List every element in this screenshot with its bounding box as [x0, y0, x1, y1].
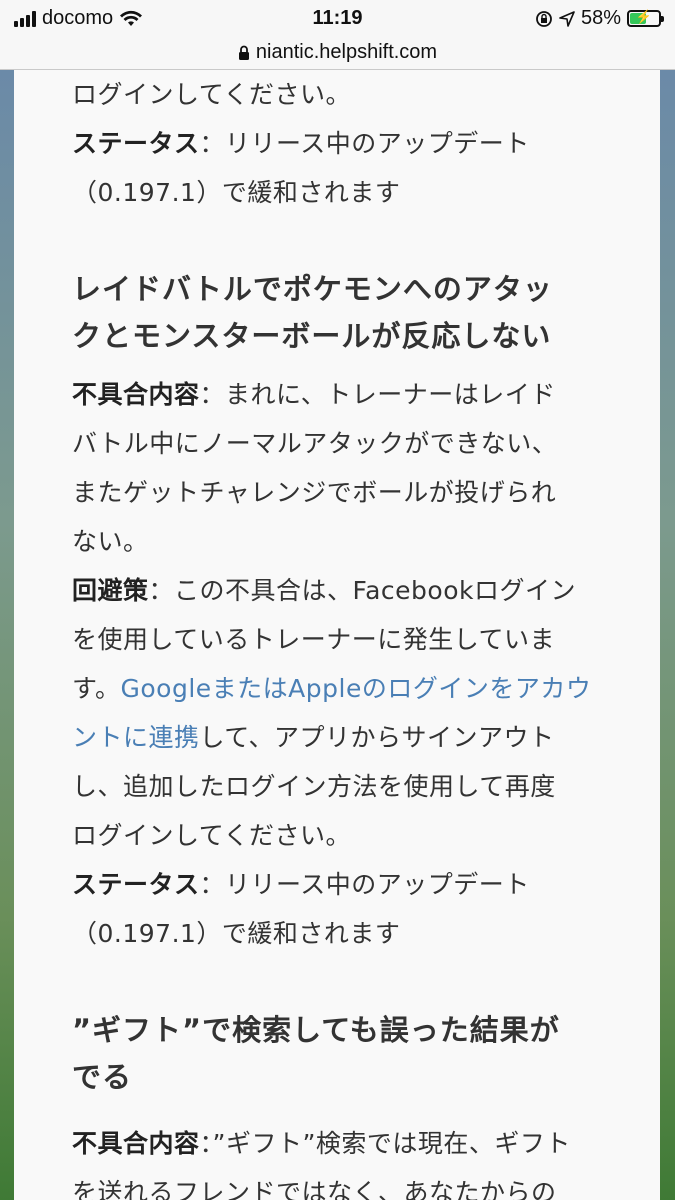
status-label: ステータス: [72, 129, 200, 158]
battery-icon: ⚡: [627, 9, 664, 27]
url-text: niantic.helpshift.com: [255, 41, 438, 63]
location-arrow-icon: [559, 10, 575, 27]
issue-line: ない。: [72, 527, 149, 556]
workaround-line: し、追加したログイン方法を使用して再度: [72, 772, 556, 801]
issue-line: 不具合内容：まれに、トレーナーはレイド: [72, 380, 556, 409]
status-line: ステータス：リリース中のアップデート: [72, 870, 530, 899]
workaround-line: 回避策：この不具合は、Facebookログイン: [72, 576, 576, 605]
workaround-label: 回避策: [72, 576, 149, 605]
issue-label: 不具合内容: [72, 1129, 200, 1158]
article-body: ログインしてください。 ステータス：リリース中のアップデート （0.197.1）…: [14, 70, 660, 1200]
issue-line: 不具合内容：”ギフト”検索では現在、ギフト: [72, 1129, 571, 1158]
status-icons: 58% ⚡: [535, 7, 664, 30]
issue-line: を送れるフレンドではなく、あなたからの: [72, 1178, 557, 1200]
workaround-line: ログインしてください。: [72, 821, 352, 850]
status-bar: docomo 11:19 58% ⚡: [0, 0, 675, 36]
web-content[interactable]: ログインしてください。 ステータス：リリース中のアップデート （0.197.1）…: [0, 70, 675, 1200]
workaround-line: を使用しているトレーナーに発生していま: [72, 625, 556, 654]
issue-line: またゲットチャレンジでボールが投げられ: [72, 478, 557, 507]
rotation-lock-icon: [536, 10, 552, 27]
address-bar[interactable]: niantic.helpshift.com: [0, 36, 675, 70]
top-paragraph: ログインしてください。: [72, 80, 352, 109]
section-title-raid: レイドバトルでポケモンへのアタッ クとモンスターボールが反応しない: [72, 272, 553, 353]
status-line-2: （0.197.1）で緩和されます: [72, 919, 401, 948]
status-label: ステータス: [72, 870, 200, 899]
workaround-line: す。GoogleまたはAppleのログインをアカウ: [72, 674, 592, 703]
link-account-link[interactable]: GoogleまたはAppleのログインをアカウ: [121, 674, 592, 703]
workaround-line: ントに連携して、アプリからサインアウト: [72, 723, 555, 752]
issue-line: バトル中にノーマルアタックができない、: [72, 429, 558, 458]
lock-icon: [238, 45, 249, 60]
status-line-2: （0.197.1）で緩和されます: [72, 178, 401, 207]
section-title-gift: ”ギフト”で検索しても誤った結果が でる: [72, 1013, 560, 1094]
link-account-link-cont[interactable]: ントに連携: [72, 723, 200, 752]
issue-label: 不具合内容: [72, 380, 200, 409]
battery-percent: 58%: [580, 7, 621, 29]
status-line: ステータス：リリース中のアップデート: [72, 129, 530, 158]
